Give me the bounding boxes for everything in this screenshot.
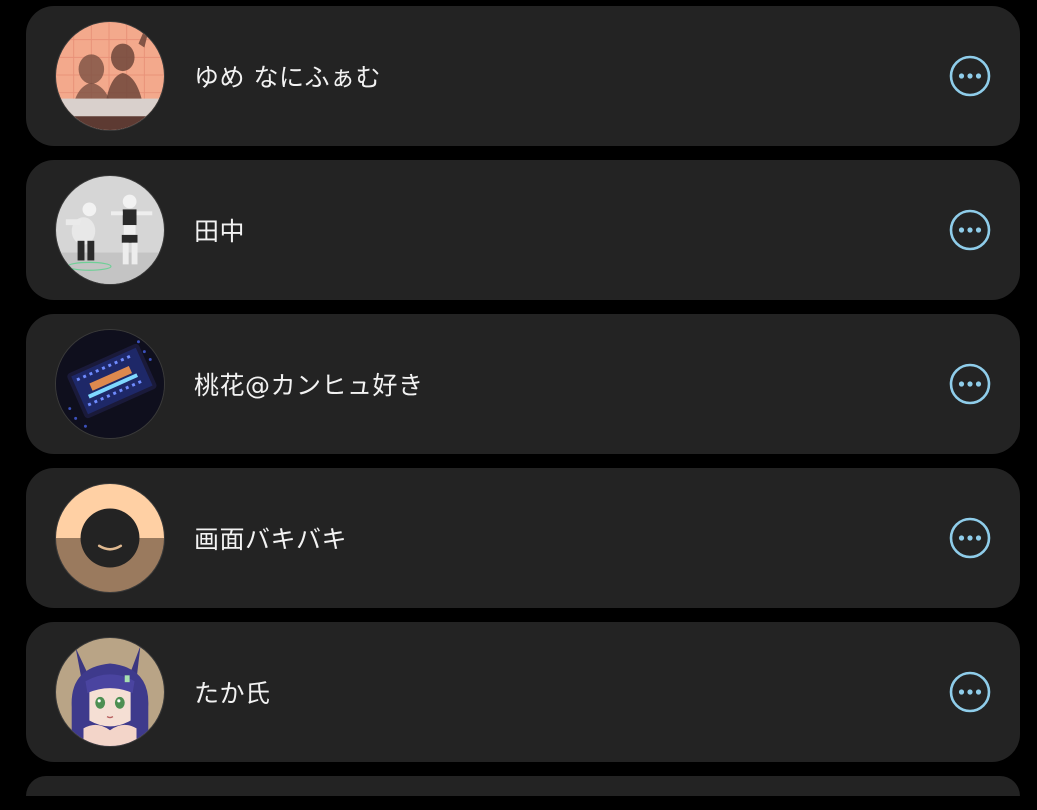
more-options-button[interactable] — [949, 517, 991, 559]
member-row[interactable]: ゆめ なにふぁむ — [26, 6, 1020, 146]
member-row[interactable]: 田中 — [26, 160, 1020, 300]
more-options-button[interactable] — [949, 363, 991, 405]
avatar-neon-device[interactable] — [55, 329, 165, 439]
member-list: ゆめ なにふぁむ 田中 桃花@カンヒュ好き 画面バキバキ たか氏 — [26, 6, 1020, 810]
member-name: 画面バキバキ — [194, 525, 348, 554]
more-options-icon — [949, 55, 991, 97]
member-name: 桃花@カンヒュ好き — [194, 371, 424, 400]
member-row[interactable]: 画面バキバキ — [26, 468, 1020, 608]
more-options-button[interactable] — [949, 671, 991, 713]
more-options-icon — [949, 671, 991, 713]
member-name: ゆめ なにふぁむ — [194, 63, 381, 92]
member-row[interactable]: 桃花@カンヒュ好き — [26, 314, 1020, 454]
more-options-button[interactable] — [949, 209, 991, 251]
avatar-smiley-face[interactable] — [55, 483, 165, 593]
more-options-icon — [949, 517, 991, 559]
avatar-3d-figures[interactable] — [55, 175, 165, 285]
more-options-icon — [949, 209, 991, 251]
member-row-partial[interactable] — [26, 776, 1020, 796]
avatar-anime-character[interactable] — [55, 637, 165, 747]
member-row[interactable]: たか氏 — [26, 622, 1020, 762]
more-options-button[interactable] — [949, 55, 991, 97]
member-name: 田中 — [194, 217, 246, 246]
avatar-shadow-photo[interactable] — [55, 21, 165, 131]
more-options-icon — [949, 363, 991, 405]
member-name: たか氏 — [194, 679, 271, 708]
